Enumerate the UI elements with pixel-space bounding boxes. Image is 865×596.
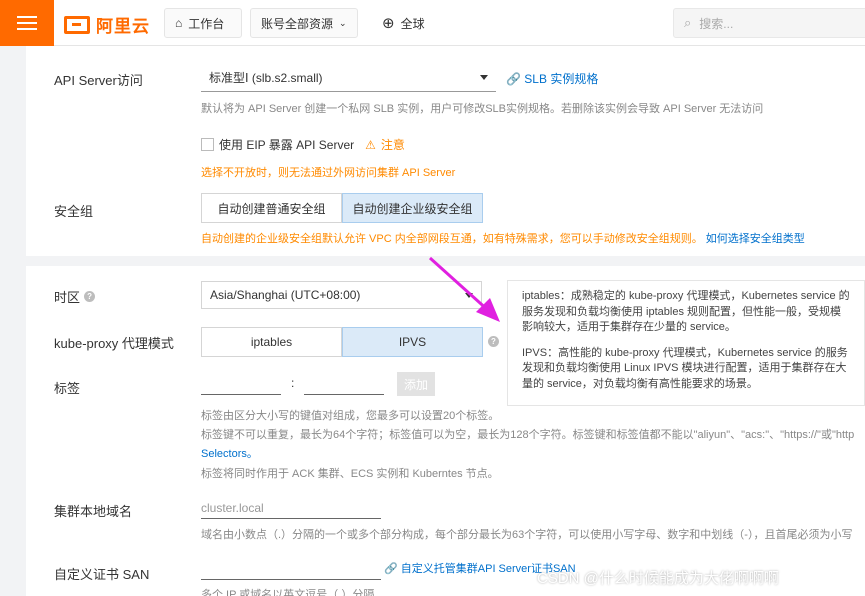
link-icon: 🔗	[384, 563, 398, 575]
search-icon: ⌕	[684, 15, 692, 30]
proxy-iptables-option[interactable]: iptables	[201, 327, 342, 357]
timezone-label-row: 时区 ?	[54, 287, 96, 306]
domain-hint: 域名由小数点（.）分隔的一个或多个部分构成，每个部分最长为63个字符，可以使用小…	[201, 529, 853, 541]
timezone-label: 时区	[54, 290, 81, 305]
csdn-watermark: CSDN @什么时候能成为大佬啊啊啊	[537, 570, 779, 587]
slb-spec-select[interactable]: 标准型Ⅰ (slb.s2.small)	[201, 64, 496, 92]
chevron-down-icon: ⌄	[339, 17, 347, 28]
network-settings-panel: API Server访问 标准型Ⅰ (slb.s2.small) 🔗 SLB 实…	[26, 46, 865, 256]
arrow-line	[428, 256, 492, 314]
search-placeholder: 搜索...	[699, 16, 734, 31]
sg-normal-label: 自动创建普通安全组	[217, 201, 326, 216]
tag-separator: :	[291, 376, 295, 390]
slb-spec-link[interactable]: 🔗 SLB 实例规格	[506, 70, 598, 87]
san-hint: 多个 IP 或域名以英文逗号（,）分隔	[201, 589, 375, 596]
proxy-mode-tooltip: iptables：成熟稳定的 kube-proxy 代理模式，Kubernete…	[507, 280, 865, 406]
menu-icon[interactable]	[0, 0, 54, 46]
sg-enterprise-label: 自动创建企业级安全组	[352, 201, 473, 216]
tags-label: 标签	[54, 381, 81, 396]
api-server-label: API Server访问	[54, 73, 143, 88]
region-selector[interactable]: ⊕ 全球	[382, 8, 425, 38]
arrow-annotation	[428, 256, 500, 322]
sg-enterprise-option[interactable]: 自动创建企业级安全组	[342, 193, 483, 223]
eip-warning: 选择不开放时，则无法通过外网访问集群 API Server	[201, 167, 456, 179]
proxy-help-icon[interactable]: ?	[488, 336, 499, 347]
proxy-mode-label: kube-proxy 代理模式	[54, 336, 174, 351]
top-navigation-bar: 阿里云 ⌂ 工作台 账号全部资源 ⌄ ⊕ 全球 ⌕ 搜索...	[0, 0, 865, 46]
security-group-label: 安全组	[54, 204, 94, 219]
region-label: 全球	[400, 16, 425, 31]
proxy-ipvs-label: IPVS	[398, 335, 427, 349]
search-input[interactable]: ⌕ 搜索...	[673, 8, 865, 38]
sg-normal-option[interactable]: 自动创建普通安全组	[201, 193, 342, 223]
timezone-value: Asia/Shanghai (UTC+08:00)	[210, 288, 361, 302]
slb-select-value: 标准型Ⅰ (slb.s2.small)	[209, 71, 323, 85]
tag-hint-3: 标签将同时作用于 ACK 集群、ECS 实例和 Kuberntes 节点。	[201, 468, 499, 480]
eip-notice-link[interactable]: 注意	[381, 136, 405, 153]
caret-down-icon	[480, 75, 488, 80]
tag-hint-1: 标签由区分大小写的键值对组成，您最多可以设置20个标签。	[201, 410, 500, 422]
help-icon[interactable]: ?	[84, 291, 96, 302]
logo-text: 阿里云	[96, 17, 150, 36]
aliyun-logo[interactable]: 阿里云	[64, 12, 150, 37]
cluster-domain-input[interactable]: cluster.local	[201, 495, 381, 519]
link-icon: 🔗	[506, 72, 521, 86]
custom-san-label: 自定义证书 SAN	[54, 567, 150, 582]
tag-key-input[interactable]	[201, 371, 281, 395]
sg-type-link[interactable]: 如何选择安全组类型	[706, 233, 805, 245]
custom-san-input[interactable]	[201, 556, 381, 580]
proxy-iptables-label: iptables	[250, 335, 293, 349]
sg-warning-row: 自动创建的企业级安全组默认允许 VPC 内全部网段互通，如有特殊需求，您可以手动…	[201, 230, 805, 246]
tag-selectors-link[interactable]: Selectors。	[201, 445, 258, 461]
tag-add-label: 添加	[403, 377, 428, 392]
account-scope-dropdown[interactable]: 账号全部资源 ⌄	[250, 8, 358, 38]
slb-hint: 默认将为 API Server 创建一个私网 SLB 实例，用户可修改SLB实例…	[201, 103, 764, 115]
account-scope-label: 账号全部资源	[261, 16, 334, 31]
eip-checkbox-label: 使用 EIP 暴露 API Server	[219, 138, 355, 152]
tip-ipvs: IPVS：高性能的 kube-proxy 代理模式，Kubernetes ser…	[522, 346, 848, 390]
eip-checkbox-row: 使用 EIP 暴露 API Server ⚠ 注意	[201, 136, 405, 153]
tip-iptables: iptables：成熟稳定的 kube-proxy 代理模式，Kubernete…	[522, 290, 850, 333]
workbench-label: 工作台	[188, 16, 225, 31]
globe-icon: ⊕	[382, 15, 395, 32]
tag-add-button[interactable]: 添加	[397, 372, 435, 396]
tag-hint-2: 标签键不可以重复，最长为64个字符；标签值可以为空，最长为128个字符。标签键和…	[201, 429, 855, 441]
warning-icon: ⚠	[365, 137, 376, 152]
sg-warning: 自动创建的企业级安全组默认允许 VPC 内全部网段互通，如有特殊需求，您可以手动…	[201, 233, 703, 245]
advanced-settings-panel: 时区 ? Asia/Shanghai (UTC+08:00) kube-prox…	[26, 256, 865, 596]
tag-value-input[interactable]	[304, 371, 384, 395]
eip-checkbox[interactable]	[201, 138, 214, 151]
slb-spec-link-label: SLB 实例规格	[524, 72, 599, 86]
cluster-domain-placeholder: cluster.local	[201, 501, 264, 515]
cluster-domain-label: 集群本地域名	[54, 504, 133, 519]
aliyun-logo-icon	[64, 15, 90, 34]
home-icon: ⌂	[175, 16, 183, 30]
workbench-button[interactable]: ⌂ 工作台	[164, 8, 242, 38]
